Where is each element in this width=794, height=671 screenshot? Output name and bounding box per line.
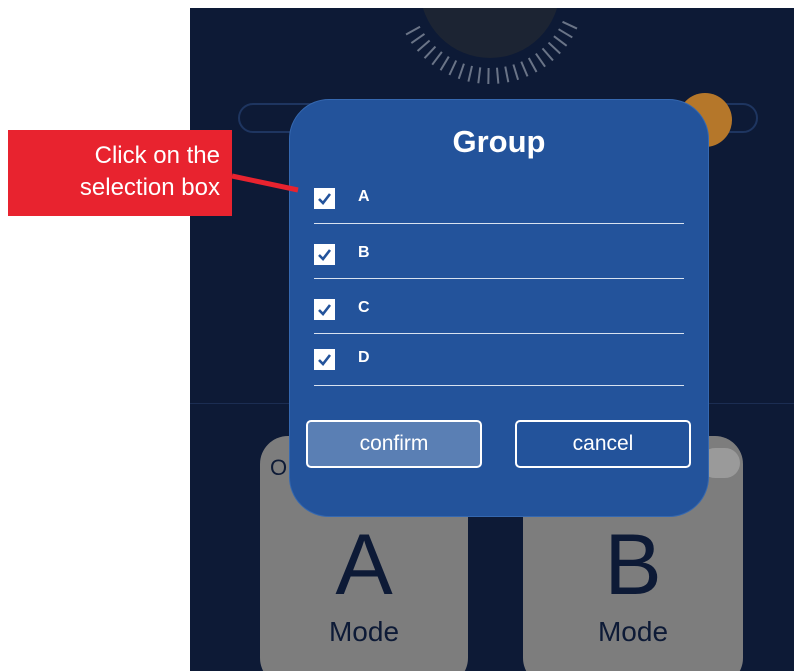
- checkbox-checked-icon[interactable]: [314, 349, 335, 370]
- card-toggle-fragment: O: [270, 455, 288, 480]
- dial-tick: [541, 47, 554, 62]
- option-row-c[interactable]: C: [314, 289, 684, 334]
- dial-tick: [448, 60, 458, 76]
- divider: [314, 385, 684, 386]
- dial-tick: [457, 63, 465, 80]
- dial-tick: [562, 20, 578, 30]
- dial-icon[interactable]: [360, 8, 620, 98]
- divider: [314, 223, 684, 224]
- annotation-text-line2: selection box: [79, 174, 220, 201]
- checkbox-checked-icon[interactable]: [314, 188, 335, 209]
- annotation-text-line1: Click on the: [94, 142, 220, 169]
- checkbox-checked-icon[interactable]: [314, 244, 335, 265]
- option-label: D: [358, 349, 370, 366]
- dial-tick: [527, 57, 538, 73]
- dial-tick: [504, 66, 510, 83]
- dial-tick: [410, 33, 426, 44]
- checkbox-checked-icon[interactable]: [314, 299, 335, 320]
- dial-tick: [520, 61, 529, 77]
- dial-tick: [467, 65, 473, 82]
- mode-card-label: Mode: [328, 616, 400, 647]
- option-label: C: [358, 299, 370, 316]
- confirm-button[interactable]: confirm: [306, 420, 482, 468]
- cancel-button[interactable]: cancel: [515, 420, 691, 468]
- group-dialog: Group A B C D confirm cancel: [289, 99, 709, 517]
- dial-tick: [512, 64, 520, 81]
- annotation-callout: Click on the selection box: [8, 130, 232, 216]
- dial-tick: [495, 67, 500, 84]
- option-row-b[interactable]: B: [314, 234, 684, 279]
- dial-tick: [416, 39, 431, 52]
- option-label: B: [358, 244, 370, 261]
- divider: [314, 333, 684, 334]
- dial-tick: [558, 28, 573, 39]
- divider: [314, 278, 684, 279]
- dial-tick: [423, 45, 437, 59]
- dial-tick: [535, 52, 546, 68]
- option-row-d[interactable]: D: [314, 339, 684, 386]
- dial-tick: [553, 35, 568, 47]
- dial-tick: [431, 51, 443, 66]
- dialog-title: Group: [452, 124, 546, 159]
- mode-card-label: Mode: [597, 616, 669, 647]
- mode-card-letter: B: [604, 517, 662, 613]
- dial-tick: [405, 25, 421, 36]
- option-label: A: [358, 188, 370, 205]
- dial-tick: [477, 67, 482, 84]
- mode-card-letter: A: [335, 517, 393, 613]
- option-row-a[interactable]: A: [314, 178, 684, 224]
- dial-tick: [547, 41, 561, 55]
- dial-tick: [439, 56, 450, 71]
